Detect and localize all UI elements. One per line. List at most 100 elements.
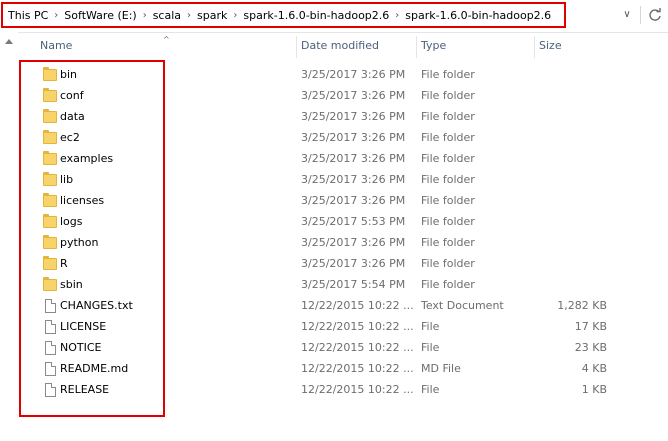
folder-icon: [41, 193, 57, 208]
file-icon: [41, 341, 57, 355]
breadcrumb-item[interactable]: SoftWare (E:): [60, 9, 140, 22]
column-header-row: Name ^ Date modified Type Size: [20, 32, 668, 60]
refresh-button[interactable]: [647, 6, 663, 24]
address-bar: This PC › SoftWare (E:) › scala › spark › spark-…: [0, 0, 668, 33]
chevron-right-icon[interactable]: ›: [393, 10, 401, 21]
folder-icon-shape: [43, 256, 57, 270]
file-type: File folder: [421, 257, 475, 270]
file-date-modified: 3/25/2017 3:26 PM: [301, 236, 406, 249]
address-history-dropdown[interactable]: ∨: [621, 10, 633, 20]
folder-icon-shape: [43, 130, 57, 144]
folder-icon-shape: [43, 193, 57, 207]
file-row[interactable]: data 3/25/2017 3:26 PM File folder: [20, 106, 668, 127]
file-type: File folder: [421, 278, 475, 291]
folder-icon: [41, 151, 57, 166]
breadcrumb[interactable]: This PC › SoftWare (E:) › scala › spark › spark-…: [1, 2, 566, 28]
file-date-modified: 12/22/2015 10:22 ...: [301, 362, 414, 375]
refresh-icon: [649, 8, 661, 21]
folder-icon: [41, 88, 57, 103]
file-name: sbin: [60, 278, 83, 291]
scroll-up-arrow-icon[interactable]: [5, 39, 13, 44]
file-name: lib: [60, 173, 74, 186]
file-name: logs: [60, 215, 83, 228]
column-header-size-label: Size: [539, 39, 562, 52]
file-row[interactable]: python 3/25/2017 3:26 PM File folder: [20, 232, 668, 253]
file-date-modified: 12/22/2015 10:22 ...: [301, 320, 414, 333]
file-row[interactable]: conf 3/25/2017 3:26 PM File folder: [20, 85, 668, 106]
file-row[interactable]: LICENSE 12/22/2015 10:22 ... File 17 KB: [20, 316, 668, 337]
file-type: File folder: [421, 131, 475, 144]
column-header-date-modified[interactable]: Date modified: [296, 32, 416, 60]
file-row[interactable]: ec2 3/25/2017 3:26 PM File folder: [20, 127, 668, 148]
file-date-modified: 12/22/2015 10:22 ...: [301, 299, 414, 312]
folder-icon-shape: [43, 151, 57, 165]
file-size: 23 KB: [574, 341, 607, 354]
folder-icon-shape: [43, 67, 57, 81]
folder-icon-shape: [43, 88, 57, 102]
file-row[interactable]: logs 3/25/2017 5:53 PM File folder: [20, 211, 668, 232]
folder-icon-shape: [43, 109, 57, 123]
text-file-icon: [41, 299, 57, 313]
file-row[interactable]: CHANGES.txt 12/22/2015 10:22 ... Text Docu…: [20, 295, 668, 316]
column-header-date-label: Date modified: [301, 39, 379, 52]
text-file-icon-shape: [45, 299, 56, 313]
file-name: python: [60, 236, 99, 249]
file-row[interactable]: R 3/25/2017 3:26 PM File folder: [20, 253, 668, 274]
file-row[interactable]: bin 3/25/2017 3:26 PM File folder: [20, 64, 668, 85]
folder-icon-shape: [43, 235, 57, 249]
folder-icon: [41, 256, 57, 271]
folder-icon: [41, 214, 57, 229]
breadcrumb-item[interactable]: scala: [149, 9, 185, 22]
file-type: File folder: [421, 215, 475, 228]
file-icon: [41, 362, 57, 376]
folder-icon: [41, 130, 57, 145]
file-icon-shape: [45, 341, 56, 355]
breadcrumb-item[interactable]: spark-1.6.0-bin-hadoop2.6: [239, 9, 393, 22]
file-date-modified: 3/25/2017 3:26 PM: [301, 152, 406, 165]
file-row[interactable]: examples 3/25/2017 3:26 PM File folder: [20, 148, 668, 169]
file-date-modified: 3/25/2017 3:26 PM: [301, 257, 406, 270]
chevron-right-icon[interactable]: ›: [52, 10, 60, 21]
file-icon-shape: [45, 383, 56, 397]
file-row[interactable]: sbin 3/25/2017 5:54 PM File folder: [20, 274, 668, 295]
column-header-name-label: Name: [40, 39, 73, 52]
file-icon: [41, 383, 57, 397]
file-type: MD File: [421, 362, 461, 375]
file-name: data: [60, 110, 85, 123]
file-name: licenses: [60, 194, 105, 207]
chevron-right-icon[interactable]: ›: [141, 10, 149, 21]
sort-ascending-icon: ^: [163, 35, 170, 44]
file-date-modified: 3/25/2017 3:26 PM: [301, 89, 406, 102]
chevron-down-icon: ∨: [623, 9, 631, 20]
breadcrumb-item[interactable]: This PC: [3, 9, 52, 22]
file-type: File folder: [421, 173, 475, 186]
column-header-type[interactable]: Type: [416, 32, 534, 60]
file-size: 1 KB: [581, 383, 607, 396]
file-name: LICENSE: [60, 320, 107, 333]
file-row[interactable]: licenses 3/25/2017 3:26 PM File folder: [20, 190, 668, 211]
folder-icon: [41, 277, 57, 292]
file-row[interactable]: lib 3/25/2017 3:26 PM File folder: [20, 169, 668, 190]
file-row[interactable]: RELEASE 12/22/2015 10:22 ... File 1 KB: [20, 379, 668, 400]
breadcrumb-item[interactable]: spark: [193, 9, 231, 22]
file-row[interactable]: NOTICE 12/22/2015 10:22 ... File 23 KB: [20, 337, 668, 358]
file-type: File folder: [421, 152, 475, 165]
folder-icon-shape: [43, 172, 57, 186]
file-icon: [41, 320, 57, 334]
file-date-modified: 12/22/2015 10:22 ...: [301, 341, 414, 354]
folder-icon: [41, 67, 57, 82]
file-date-modified: 3/25/2017 3:26 PM: [301, 110, 406, 123]
file-name: NOTICE: [60, 341, 102, 354]
chevron-right-icon[interactable]: ›: [185, 10, 193, 21]
chevron-right-icon[interactable]: ›: [231, 10, 239, 21]
file-size: 1,282 KB: [557, 299, 607, 312]
folder-icon: [41, 109, 57, 124]
file-date-modified: 3/25/2017 3:26 PM: [301, 131, 406, 144]
folder-icon-shape: [43, 214, 57, 228]
column-header-size[interactable]: Size: [534, 32, 634, 60]
file-row[interactable]: README.md 12/22/2015 10:22 ... MD File 4 KB: [20, 358, 668, 379]
file-type: File folder: [421, 236, 475, 249]
breadcrumb-item[interactable]: spark-1.6.0-bin-hadoop2.6: [401, 9, 555, 22]
file-type: File folder: [421, 68, 475, 81]
file-name: bin: [60, 68, 78, 81]
